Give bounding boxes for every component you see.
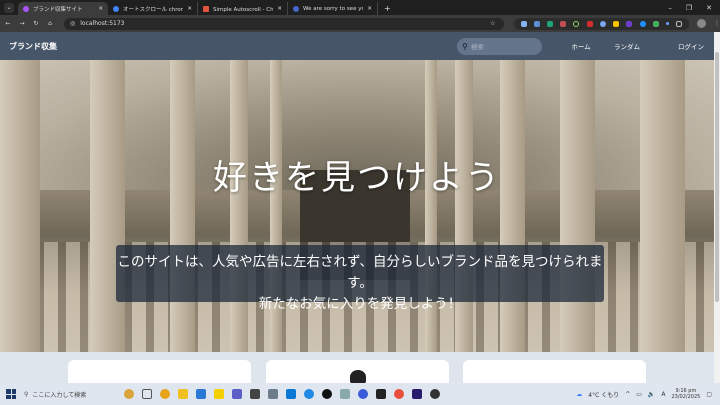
- extension-icon[interactable]: [560, 20, 567, 27]
- reload-icon[interactable]: ↻: [30, 20, 42, 27]
- app-icon[interactable]: [394, 389, 404, 399]
- brand-card-list: [0, 352, 714, 390]
- notifications-icon[interactable]: ▢: [706, 391, 712, 398]
- app-icon[interactable]: [340, 389, 350, 399]
- hero-description: このサイトは、人気や広告に左右されず、自分らしいブランド品を見つけられます。 新…: [116, 245, 604, 312]
- hero-heading: 好きを見つけよう: [213, 158, 501, 198]
- app-icon[interactable]: [268, 389, 278, 399]
- extension-icon[interactable]: [652, 20, 659, 27]
- tab-strip: ⌄ ブランド収集サイト✕ オートスクロール chrome - Google✕ S…: [0, 0, 720, 15]
- sticky-notes-icon[interactable]: [214, 389, 224, 399]
- figma-icon[interactable]: [376, 389, 386, 399]
- task-view-icon[interactable]: [142, 389, 152, 399]
- site-info-icon[interactable]: ◎: [70, 20, 75, 27]
- menu-kebab-icon[interactable]: ⋮: [714, 20, 720, 27]
- extension-icon[interactable]: [666, 22, 670, 25]
- search-icon: ⚲: [24, 390, 29, 398]
- network-icon[interactable]: ▭: [636, 391, 642, 398]
- app-icon[interactable]: [322, 389, 332, 399]
- close-tab-icon[interactable]: ✕: [187, 6, 192, 12]
- search-icon: ⚲: [462, 41, 468, 51]
- taskbar-search[interactable]: ⚲ ここに入力して検索: [24, 390, 104, 399]
- app-icon[interactable]: [250, 389, 260, 399]
- outlook-icon[interactable]: [196, 389, 206, 399]
- app-icon[interactable]: [304, 389, 314, 399]
- app-navbar: ブランド収集 ⚲ 検索 ホーム ランダム ログイン: [0, 32, 714, 60]
- profile-avatar[interactable]: [697, 19, 706, 28]
- weather-cloud-icon: ☁: [576, 390, 583, 398]
- favicon-icon: [203, 5, 209, 12]
- app-icon[interactable]: [358, 389, 368, 399]
- extension-icon[interactable]: [586, 20, 593, 27]
- app-icon[interactable]: [430, 389, 440, 399]
- extension-icon[interactable]: [547, 20, 554, 27]
- extension-icon[interactable]: [520, 20, 527, 27]
- brand-logo-image: [350, 370, 366, 384]
- extension-icon[interactable]: [599, 20, 606, 27]
- vscode-icon[interactable]: [286, 389, 296, 399]
- extension-icon[interactable]: [626, 20, 633, 27]
- tray-chevron-icon[interactable]: ^: [625, 391, 630, 398]
- bookmark-star-icon[interactable]: ☆: [490, 20, 500, 27]
- tab-brand-site[interactable]: ブランド収集サイト ✕: [18, 2, 108, 15]
- nav-login-link[interactable]: ログイン: [668, 41, 714, 51]
- extensions-bar: [514, 17, 689, 30]
- close-window-icon[interactable]: ✕: [706, 4, 712, 12]
- teams-icon[interactable]: [232, 389, 242, 399]
- page-scrollbar[interactable]: [714, 32, 720, 383]
- premiere-icon[interactable]: [412, 389, 422, 399]
- nav-random-link[interactable]: ランダム: [604, 41, 650, 51]
- file-explorer-icon[interactable]: [178, 389, 188, 399]
- tab-search-button[interactable]: ⌄: [4, 3, 14, 13]
- address-bar-row: ← → ↻ ⌂ ◎ localhost:5173 ☆ ⋮: [0, 15, 720, 32]
- restore-icon[interactable]: ❐: [686, 4, 692, 12]
- extension-icon[interactable]: [613, 20, 620, 27]
- extensions-puzzle-icon[interactable]: [676, 20, 683, 27]
- clock[interactable]: 9:16 pm 23/02/2025: [672, 388, 701, 400]
- home-icon[interactable]: ⌂: [44, 20, 56, 27]
- extension-icon[interactable]: [573, 20, 580, 27]
- extension-icon[interactable]: [533, 20, 540, 27]
- close-tab-icon[interactable]: ✕: [277, 6, 282, 12]
- chrome-icon[interactable]: [160, 389, 170, 399]
- search-input[interactable]: ⚲ 検索: [457, 37, 542, 55]
- favicon-icon: [23, 5, 29, 12]
- windows-taskbar: ⚲ ここに入力して検索 ☁ 4°C くもり ^ ▭ 🔈 A 9:16 pm 23/0…: [0, 383, 720, 405]
- favicon-icon: [113, 5, 119, 12]
- url-input[interactable]: ◎ localhost:5173: [64, 17, 504, 30]
- volume-icon[interactable]: 🔈: [648, 391, 655, 398]
- ime-indicator[interactable]: A: [661, 391, 665, 398]
- hero-section: 好きを見つけよう このサイトは、人気や広告に左右されず、自分らしいブランド品を見…: [0, 60, 714, 352]
- taskbar-app-icon[interactable]: [124, 389, 134, 399]
- favicon-icon: [293, 5, 299, 12]
- windows-start-icon[interactable]: [6, 389, 16, 399]
- tab-simple-autoscroll[interactable]: Simple Autoscroll - Chrome ウェ✕: [198, 2, 288, 15]
- nav-home-link[interactable]: ホーム: [558, 41, 604, 51]
- close-tab-icon[interactable]: ✕: [98, 6, 103, 12]
- close-tab-icon[interactable]: ✕: [367, 6, 372, 12]
- brand-logo-link[interactable]: ブランド収集: [9, 41, 57, 52]
- extension-icon[interactable]: [639, 20, 646, 27]
- minimize-icon[interactable]: –: [668, 4, 672, 12]
- weather-text[interactable]: 4°C くもり: [588, 390, 619, 399]
- tab-google[interactable]: オートスクロール chrome - Google✕: [108, 2, 198, 15]
- forward-icon[interactable]: →: [16, 20, 28, 27]
- tab-sorry[interactable]: We are sorry to see you go - Fr✕: [288, 2, 378, 15]
- back-icon[interactable]: ←: [2, 20, 14, 27]
- new-tab-button[interactable]: +: [378, 4, 397, 13]
